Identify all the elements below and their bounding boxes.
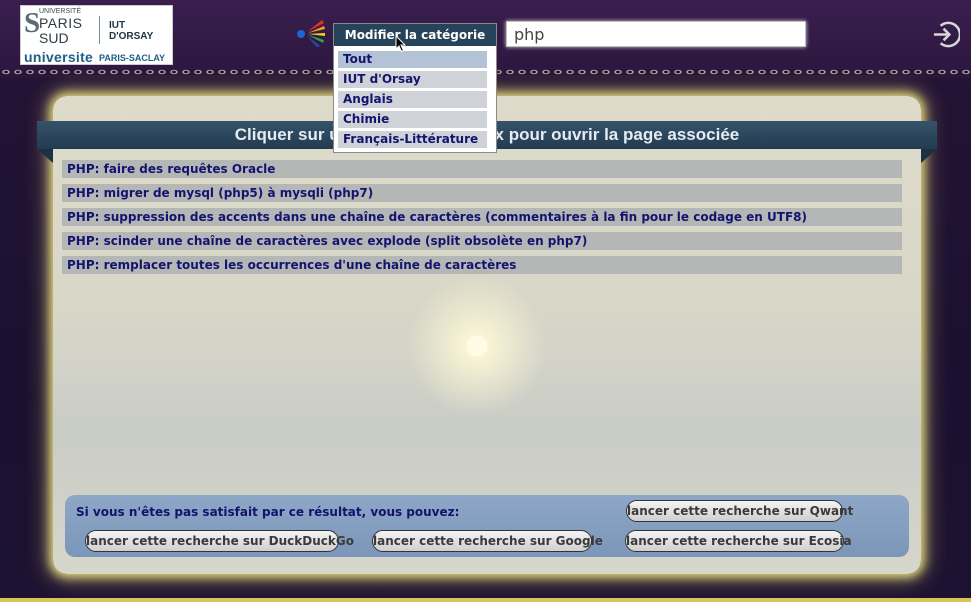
alternative-search-text: Si vous n'êtes pas satisfait par ce résu…: [76, 505, 460, 519]
result-link[interactable]: PHP: migrer de mysql (php5) à mysqli (ph…: [62, 184, 902, 202]
mouse-cursor-icon: [395, 35, 407, 53]
category-option-anglais[interactable]: Anglais: [338, 91, 487, 108]
logo-universite: universite: [24, 49, 94, 65]
category-burst-icon[interactable]: [296, 18, 326, 48]
category-dropdown[interactable]: Modifier la catégorie Tout IUT d'Orsay A…: [333, 23, 497, 153]
login-icon[interactable]: [931, 20, 960, 49]
category-option-chimie[interactable]: Chimie: [338, 111, 487, 128]
logo-sud: SUD: [39, 30, 69, 46]
search-input[interactable]: [506, 21, 806, 47]
title-ribbon-fold-right: [921, 149, 937, 163]
category-option-iut-orsay[interactable]: IUT d'Orsay: [338, 71, 487, 88]
result-link[interactable]: PHP: scinder une chaîne de caractères av…: [62, 232, 902, 250]
category-option-tout[interactable]: Tout: [338, 51, 487, 68]
logo-s-letter: S: [24, 7, 41, 39]
title-ribbon-fold-left: [37, 149, 53, 163]
logo-paris-saclay: PARIS-SACLAY: [99, 53, 166, 63]
results-list: PHP: faire des requêtes Oracle PHP: migr…: [62, 160, 902, 280]
university-logo[interactable]: S UNIVERSITÉ PARIS SUD IUT D'ORSAY unive…: [20, 5, 173, 65]
logo-paris: PARIS: [39, 15, 83, 31]
search-duckduckgo-button[interactable]: lancer cette recherche sur DuckDuckGo: [85, 530, 354, 552]
bottom-border: [0, 598, 971, 602]
category-dropdown-header[interactable]: Modifier la catégorie: [334, 24, 496, 46]
logo-iut: IUT D'ORSAY: [109, 20, 154, 42]
logo-universite-small: UNIVERSITÉ: [39, 8, 82, 15]
result-link[interactable]: PHP: suppression des accents dans une ch…: [62, 208, 902, 226]
logo-divider: [99, 16, 100, 44]
search-google-button[interactable]: lancer cette recherche sur Google: [372, 530, 603, 552]
result-link[interactable]: PHP: remplacer toutes les occurrences d'…: [62, 256, 902, 274]
search-ecosia-button[interactable]: lancer cette recherche sur Ecosia: [625, 530, 852, 552]
category-option-francais-litterature[interactable]: Français-Littérature: [338, 131, 487, 148]
result-link[interactable]: PHP: faire des requêtes Oracle: [62, 160, 902, 178]
search-qwant-button[interactable]: lancer cette recherche sur Qwant: [626, 500, 853, 522]
